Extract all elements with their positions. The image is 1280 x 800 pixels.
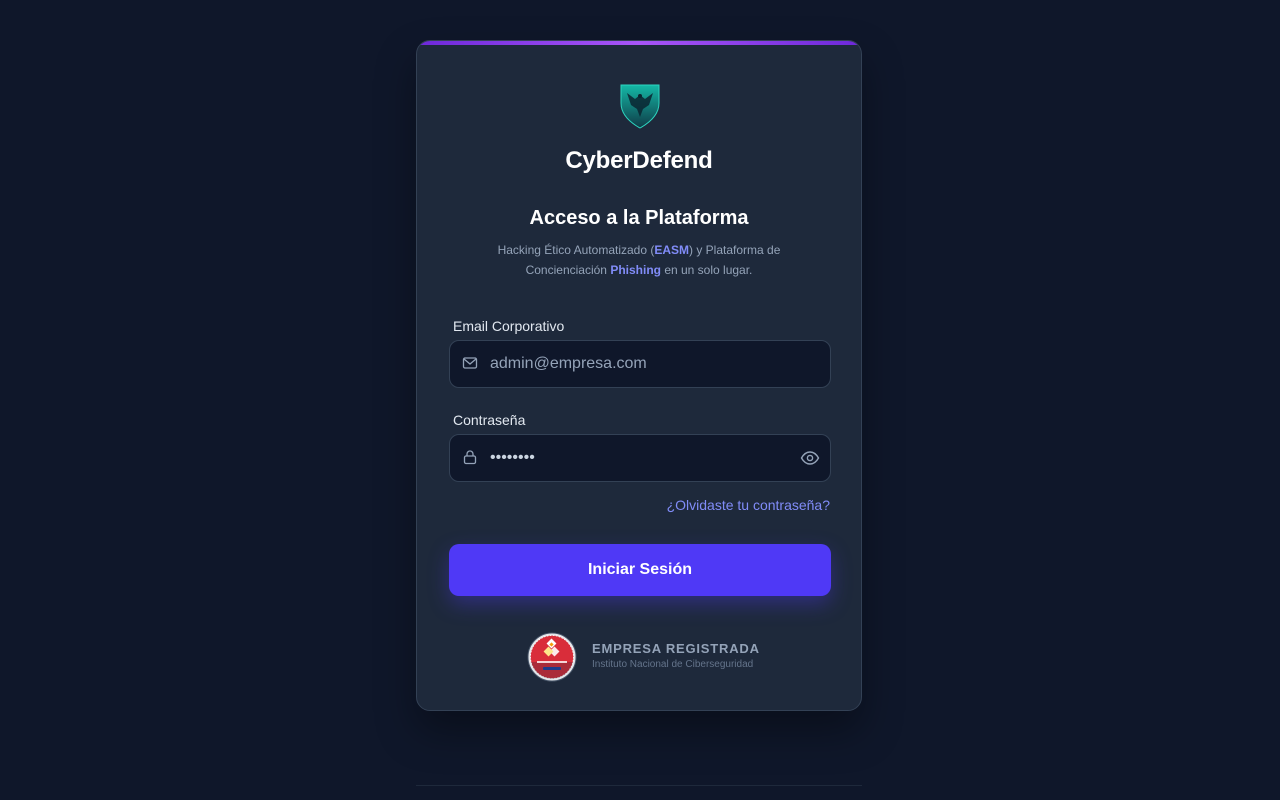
badge-subtitle: Instituto Nacional de Ciberseguridad xyxy=(592,659,754,670)
password-field-wrapper xyxy=(449,434,831,482)
lock-icon xyxy=(463,450,477,465)
password-input[interactable] xyxy=(490,435,780,481)
login-page: CyberDefend Acceso a la Plataforma Hacki… xyxy=(0,0,1280,800)
login-subtitle: Hacking Ético Automatizado (EASM) y Plat… xyxy=(477,240,801,280)
eagle-shield-icon xyxy=(620,84,660,129)
mail-icon xyxy=(462,357,478,369)
forgot-password-link[interactable]: ¿Olvidaste tu contraseña? xyxy=(667,497,830,513)
email-input[interactable] xyxy=(490,341,780,387)
password-label: Contraseña xyxy=(453,412,526,428)
accent-top-bar xyxy=(417,41,861,45)
eye-icon[interactable] xyxy=(800,448,820,468)
subtitle-easm: EASM xyxy=(654,243,690,257)
login-card: CyberDefend Acceso a la Plataforma Hacki… xyxy=(416,40,862,711)
incibe-seal-icon xyxy=(527,632,577,682)
subtitle-text-1: Hacking Ético Automatizado ( xyxy=(497,243,655,257)
brand-name: CyberDefend xyxy=(565,147,713,174)
email-label: Email Corporativo xyxy=(453,318,565,334)
subtitle-text-3: en un solo lugar. xyxy=(660,263,753,277)
subtitle-phishing: Phishing xyxy=(610,263,661,277)
footer-divider xyxy=(416,785,862,786)
login-submit-button[interactable]: Iniciar Sesión xyxy=(449,544,831,596)
login-heading: Acceso a la Plataforma xyxy=(529,207,749,229)
badge-title: EMPRESA REGISTRADA xyxy=(592,641,760,656)
email-field-wrapper xyxy=(449,340,831,388)
